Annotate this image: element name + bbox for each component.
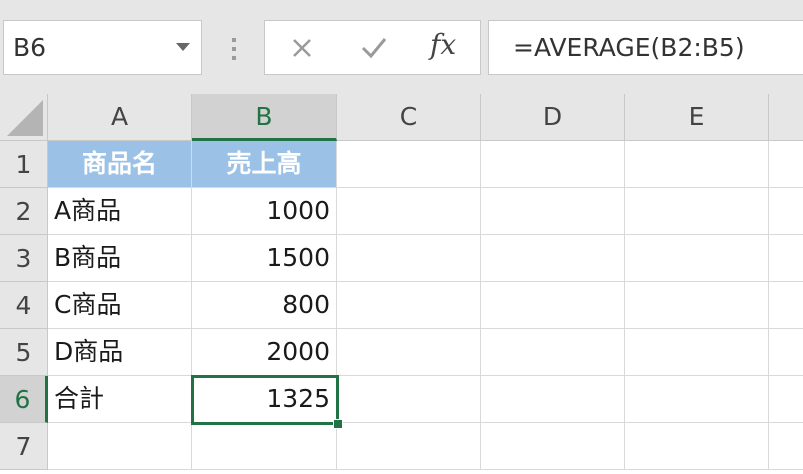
cell-c2[interactable] (337, 188, 481, 235)
cell-e2[interactable] (625, 188, 769, 235)
row-header-2[interactable]: 2 (0, 188, 48, 235)
drag-handle-icon[interactable] (226, 38, 242, 62)
select-all-icon (7, 100, 43, 136)
column-header-e[interactable]: E (625, 94, 769, 141)
cell-a3[interactable]: B商品 (48, 235, 192, 282)
cell-e3[interactable] (625, 235, 769, 282)
cell-d4[interactable] (481, 282, 625, 329)
row-header-1[interactable]: 1 (0, 141, 48, 188)
cell-a7[interactable] (48, 423, 192, 470)
cell-f5[interactable] (769, 329, 803, 376)
cell-c1[interactable] (337, 141, 481, 188)
chevron-down-icon[interactable] (176, 43, 190, 51)
cell-a1[interactable]: 商品名 (48, 141, 192, 188)
row-header-4[interactable]: 4 (0, 282, 48, 329)
cell-c4[interactable] (337, 282, 481, 329)
cell-c5[interactable] (337, 329, 481, 376)
name-box-value: B6 (13, 33, 47, 62)
cell-c6[interactable] (337, 376, 481, 423)
cell-b5[interactable]: 2000 (192, 329, 337, 376)
select-all-button[interactable] (0, 94, 48, 141)
fill-handle[interactable] (333, 419, 343, 429)
check-icon[interactable] (357, 33, 391, 65)
column-header-a[interactable]: A (48, 94, 192, 141)
row-header-3[interactable]: 3 (0, 235, 48, 282)
cell-a2[interactable]: A商品 (48, 188, 192, 235)
insert-function-button[interactable]: fx (430, 30, 456, 60)
close-icon[interactable] (285, 33, 319, 65)
cell-a6[interactable]: 合計 (48, 376, 192, 423)
cell-d5[interactable] (481, 329, 625, 376)
cell-a4[interactable]: C商品 (48, 282, 192, 329)
cell-f2[interactable] (769, 188, 803, 235)
cell-e7[interactable] (625, 423, 769, 470)
row-header-5[interactable]: 5 (0, 329, 48, 376)
cell-f3[interactable] (769, 235, 803, 282)
cell-b3[interactable]: 1500 (192, 235, 337, 282)
cell-b2[interactable]: 1000 (192, 188, 337, 235)
column-header-b[interactable]: B (192, 94, 337, 141)
row-header-6[interactable]: 6 (0, 376, 48, 423)
cell-b1[interactable]: 売上高 (192, 141, 337, 188)
formula-input[interactable]: =AVERAGE(B2:B5) (488, 20, 803, 75)
formula-bar-area: B6 fx =AVERAGE(B2:B5) (0, 0, 803, 94)
cell-a5[interactable]: D商品 (48, 329, 192, 376)
cell-f7[interactable] (769, 423, 803, 470)
cell-d2[interactable] (481, 188, 625, 235)
cell-d6[interactable] (481, 376, 625, 423)
cell-f6[interactable] (769, 376, 803, 423)
cell-c7[interactable] (337, 423, 481, 470)
cell-e5[interactable] (625, 329, 769, 376)
worksheet-grid: A B C D E 1 2 3 4 5 6 7 商品名 売上高 A商品 1000… (0, 94, 803, 474)
active-cell-border (191, 375, 339, 425)
cell-b7[interactable] (192, 423, 337, 470)
cell-f4[interactable] (769, 282, 803, 329)
row-header-7[interactable]: 7 (0, 423, 48, 470)
cell-d7[interactable] (481, 423, 625, 470)
column-header-d[interactable]: D (481, 94, 625, 141)
cell-d1[interactable] (481, 141, 625, 188)
name-box[interactable]: B6 (3, 20, 202, 75)
cell-c3[interactable] (337, 235, 481, 282)
formula-text: =AVERAGE(B2:B5) (513, 33, 745, 62)
cell-d3[interactable] (481, 235, 625, 282)
cell-e4[interactable] (625, 282, 769, 329)
cell-b4[interactable]: 800 (192, 282, 337, 329)
column-header-f[interactable] (769, 94, 803, 141)
column-header-c[interactable]: C (337, 94, 481, 141)
cell-f1[interactable] (769, 141, 803, 188)
cell-e1[interactable] (625, 141, 769, 188)
cell-e6[interactable] (625, 376, 769, 423)
